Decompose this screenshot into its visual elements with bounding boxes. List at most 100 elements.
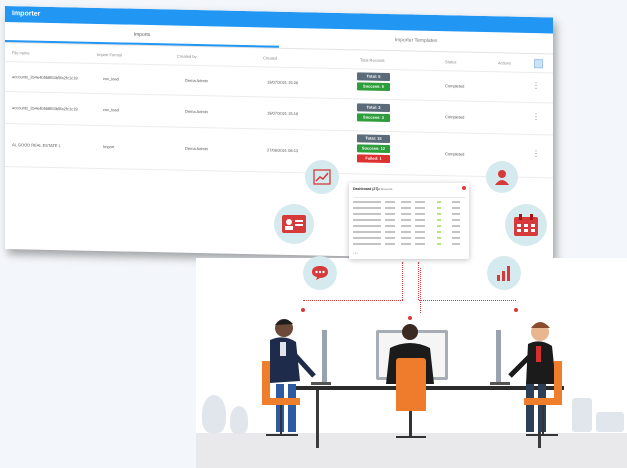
mini-cell [452,225,460,227]
success-badge: Success: 3 [357,113,390,123]
select-all-checkbox[interactable] [534,59,543,69]
mini-cell [363,243,381,245]
column-status[interactable]: Status [445,59,456,64]
status-cell: Completed [445,83,465,89]
mini-cell [401,231,411,233]
row-menu-icon[interactable]: ⋮ [532,81,540,90]
file-name-cell[interactable]: accounts_2b4e4b5b8f63b5fa2fc1c19 [12,105,78,111]
mini-dashboard-filter: All Records [377,187,393,191]
mini-status-chip [437,243,441,245]
total-badge: Total: 5 [357,72,390,82]
column-file-name[interactable]: File name [12,50,30,55]
column-total-records[interactable]: Total Records [360,57,384,63]
mini-cell [353,237,363,239]
id-card-bubble [274,204,314,244]
mini-status-chip [437,207,441,209]
mini-cell [452,231,460,233]
mini-cell [401,219,411,221]
mini-cell [363,219,381,221]
trend-chart-bubble [305,160,339,194]
status-cell: Completed [445,114,465,120]
mini-cell [401,207,411,209]
mini-cell [363,231,381,233]
failed-badge: Failed: 1 [357,154,390,164]
mini-cell [401,213,411,215]
mini-cell [452,243,460,245]
mini-cell [353,225,363,227]
mini-status-chip [437,237,441,239]
mini-cell [415,225,425,227]
mini-cell [452,207,460,209]
mini-cell [353,201,363,203]
created-by-cell: Dema Admin [185,108,208,115]
mini-pagination: ‹ 1 › [353,251,359,255]
mini-dashboard-add-icon [462,186,466,190]
mini-cell [415,201,425,203]
mini-cell [385,207,395,209]
bar-chart-icon [497,266,510,281]
mini-cell [415,231,425,233]
mini-cell [353,207,363,209]
created-cell: 19/07/2021 15:26 [267,79,299,86]
file-name-cell[interactable]: accounts_2b4e4b5b8f63b5fa2fc1c19 [12,74,78,80]
mini-cell [452,213,460,215]
mini-cell [415,237,425,239]
mini-cell [401,225,411,227]
format-cell: csv_load [103,107,119,113]
total-badge: Total: 15 [357,134,390,144]
success-badge: Success: 12 [357,144,390,154]
mini-status-chip [437,225,441,227]
team-figures [262,319,562,438]
mini-cell [385,201,395,203]
column-import-format[interactable]: Import Format [97,52,122,58]
mini-cell [385,219,395,221]
mini-cell [353,231,363,233]
mini-cell [385,231,395,233]
mini-dashboard: Dashboard (27) All Records ‹ 1 › [349,183,469,259]
mini-cell [415,213,425,215]
row-menu-icon[interactable]: ⋮ [532,149,540,158]
mini-cell [363,213,381,215]
mini-cell [385,213,395,215]
mini-cell [353,213,363,215]
chat-bubble-icon [312,266,328,280]
team-illustration [196,258,627,468]
mini-cell [401,201,411,203]
mini-cell [385,237,395,239]
id-card-icon [282,215,306,233]
mini-cell [401,243,411,245]
mini-cell [353,243,363,245]
success-badge: Success: 5 [357,82,390,92]
mini-status-chip [437,213,441,215]
column-created-by[interactable]: Created by [177,54,197,59]
trend-chart-icon [313,169,331,185]
center-worker [376,324,448,438]
user-bubble [486,161,518,193]
created-cell: 19/07/2021 15:16 [267,110,299,117]
mini-status-chip [437,201,441,203]
mini-cell [363,237,381,239]
column-actions: Actions [498,60,512,66]
mini-cell [452,201,460,203]
created-cell: 27/06/2021 08:13 [267,147,299,154]
mini-cell [452,237,460,239]
mini-cell [401,237,411,239]
mini-cell [363,225,381,227]
file-name-cell[interactable]: AL GOOD REAL ESTATE L [12,142,61,148]
mini-cell [363,201,381,203]
mini-dashboard-title: Dashboard (27) [353,187,379,191]
left-worker [262,319,331,436]
created-by-cell: Dema Admin [185,77,208,84]
format-cell: csv_load [103,76,119,82]
mini-cell [385,243,395,245]
mini-cell [415,207,425,209]
row-menu-icon[interactable]: ⋮ [532,112,540,121]
calendar-bubble [505,204,547,246]
chat-bubble-wrap [303,256,337,290]
mini-cell [415,219,425,221]
mini-cell [385,225,395,227]
column-created[interactable]: Created [263,55,277,60]
calendar-icon [514,214,538,236]
mini-cell [452,219,460,221]
mini-cell [415,243,425,245]
